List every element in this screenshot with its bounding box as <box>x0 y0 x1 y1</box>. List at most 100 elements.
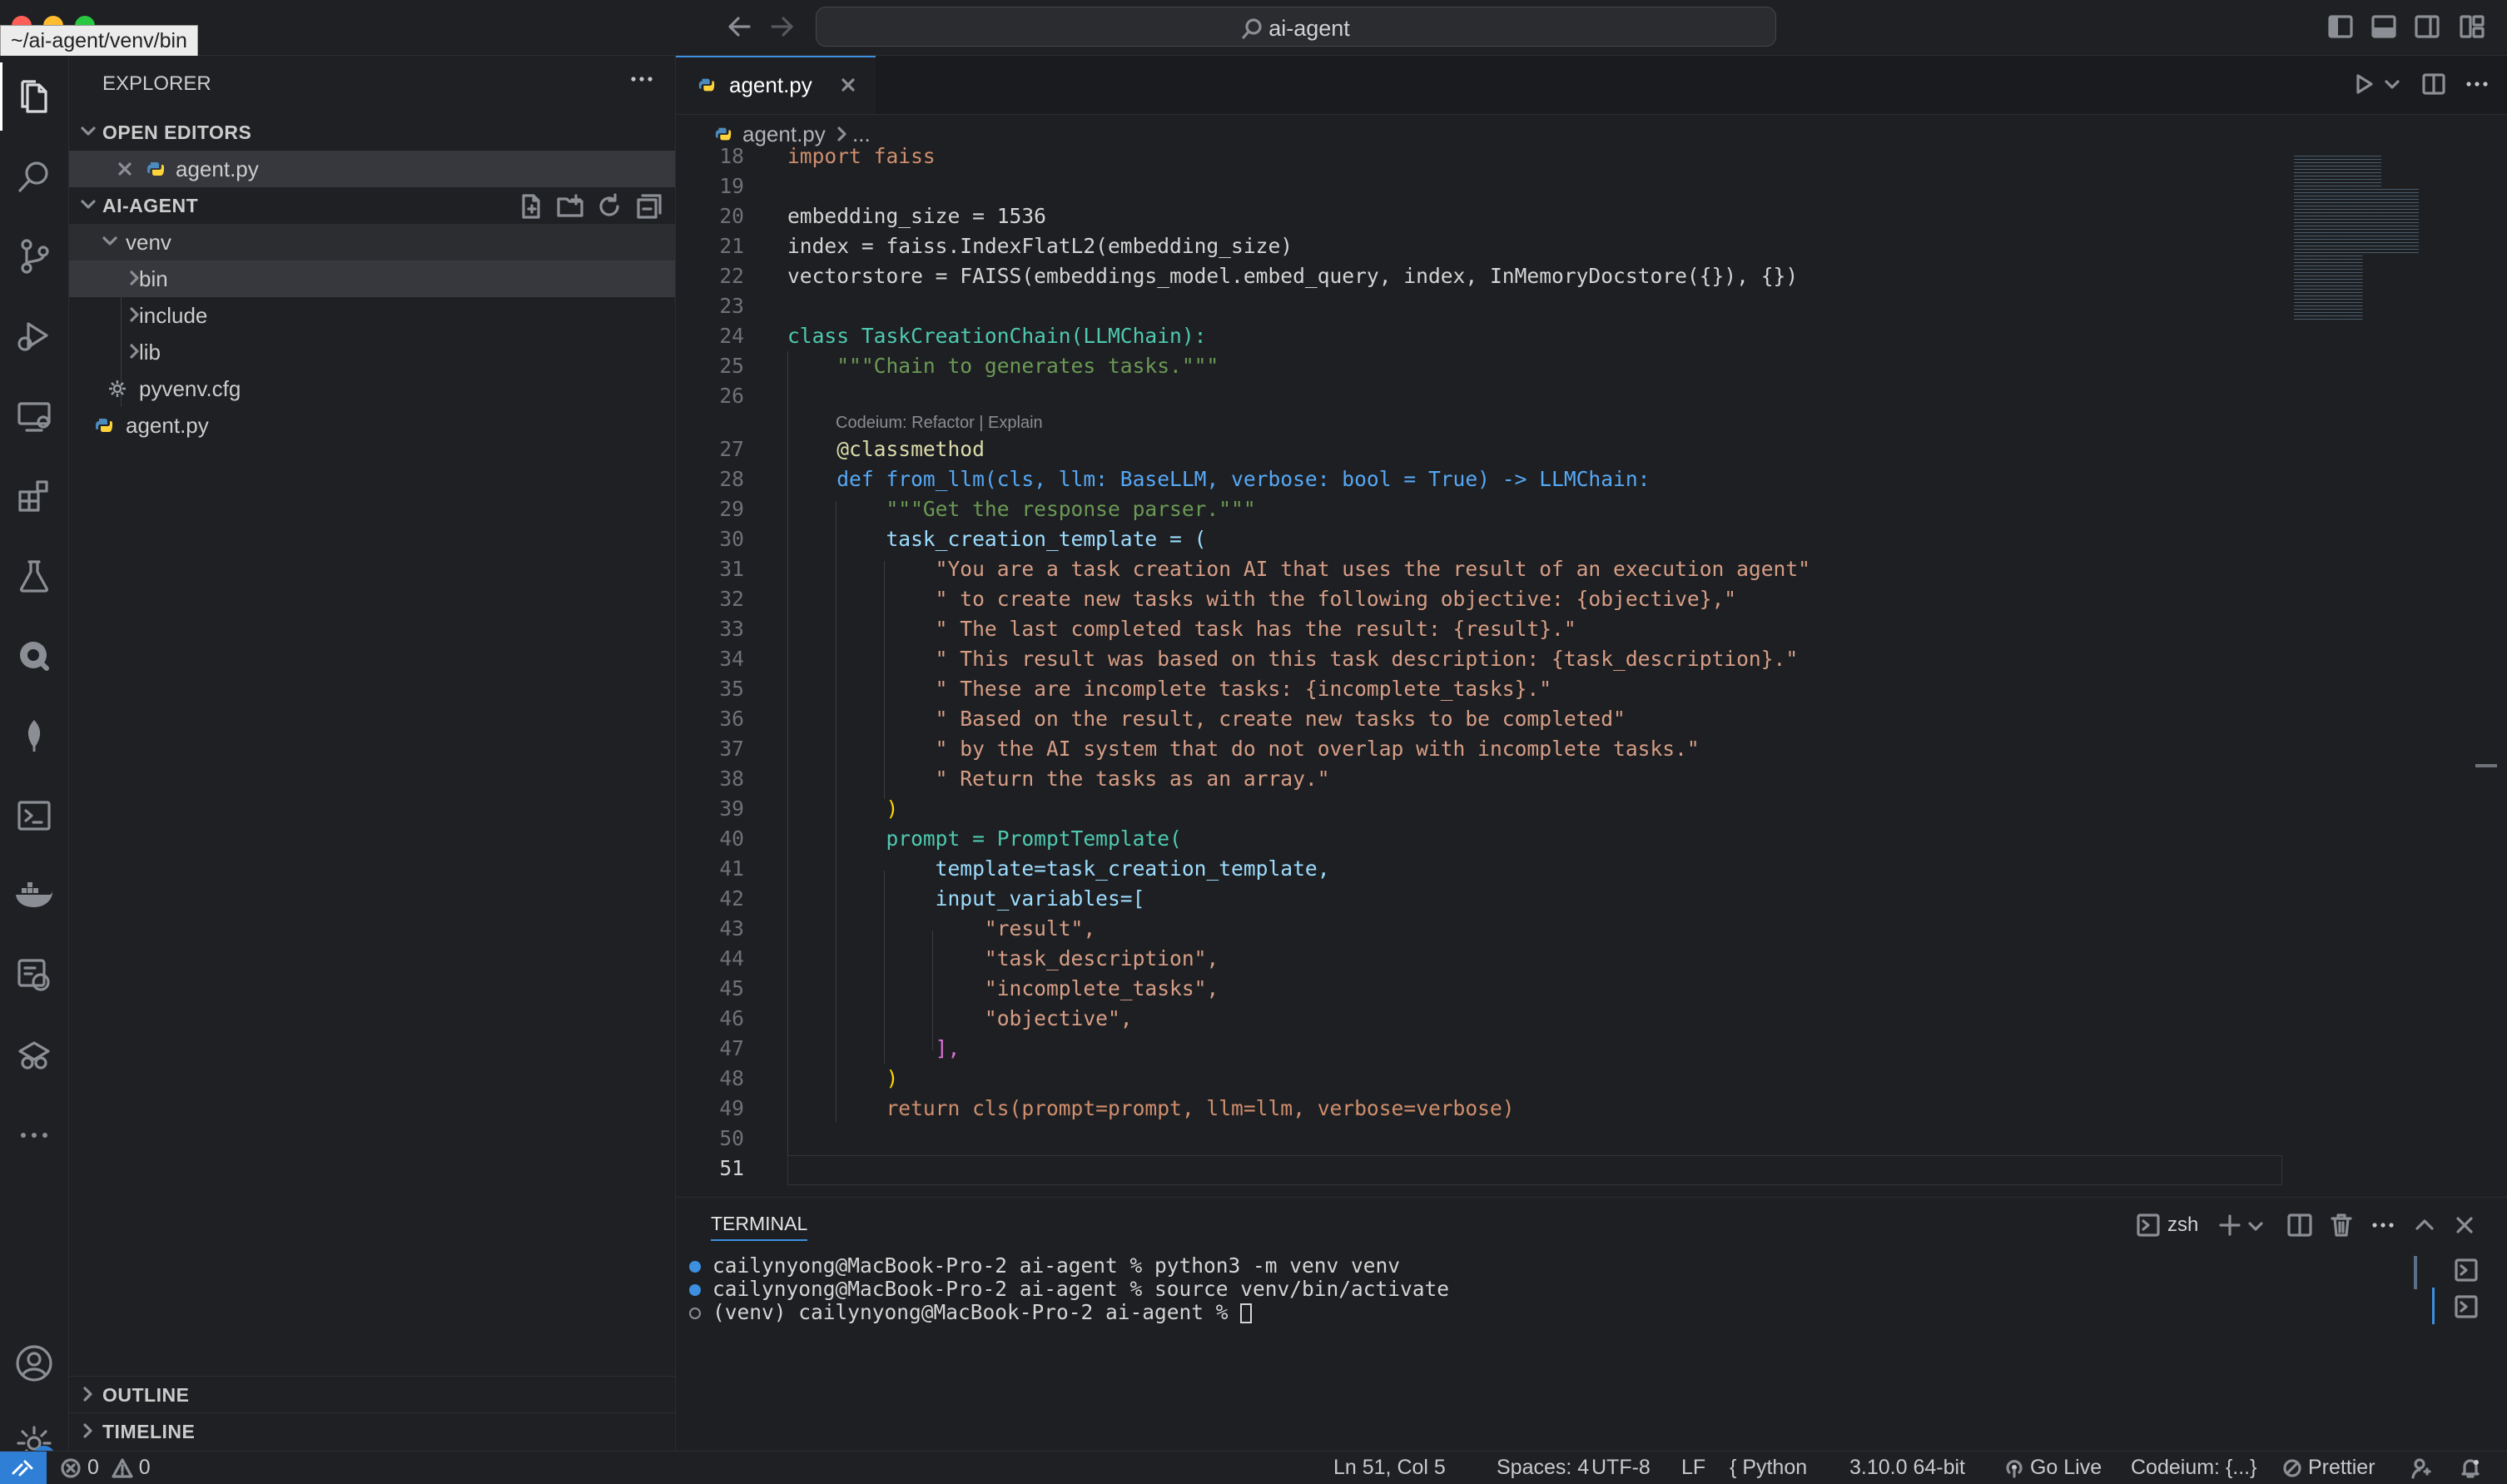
toggle-panel-icon[interactable] <box>2370 13 2397 40</box>
cursor-position[interactable]: Ln 51, Col 5 <box>1333 1452 1446 1483</box>
code-line-32[interactable]: " to create new tasks with the following… <box>787 584 1736 614</box>
panel-more-icon[interactable] <box>2369 1211 2397 1239</box>
source-control-icon[interactable] <box>0 222 68 290</box>
encoding[interactable]: UTF-8 <box>1591 1452 1651 1483</box>
outline-section[interactable]: OUTLINE <box>69 1376 675 1413</box>
code-line-45[interactable]: "incomplete_tasks", <box>787 974 1219 1004</box>
code-line-40[interactable]: prompt = PromptTemplate( <box>787 824 1181 854</box>
tree-folder-lib[interactable]: lib <box>69 334 675 370</box>
codeium-codelens[interactable]: Codeium: Refactor | Explain <box>836 411 1043 434</box>
code-line-47[interactable]: ], <box>787 1034 961 1064</box>
minimap-slider[interactable] <box>2475 764 2497 767</box>
python-interpreter[interactable]: 3.10.0 64-bit <box>1849 1452 1965 1483</box>
command-pending-dot[interactable] <box>689 1308 701 1319</box>
code-line-31[interactable]: "You are a task creation AI that uses th… <box>787 554 1810 584</box>
code-line-43[interactable]: "result", <box>787 914 1095 944</box>
python-environments-icon[interactable] <box>0 941 68 1010</box>
chevron-down-icon[interactable] <box>2382 74 2402 94</box>
code-line-18[interactable]: import faiss <box>787 141 936 171</box>
tab-agent-py[interactable]: agent.py <box>676 56 876 114</box>
code-line-24[interactable]: class TaskCreationChain(LLMChain): <box>787 321 1206 351</box>
code-line-39[interactable]: ) <box>787 794 898 824</box>
shell-name[interactable]: zsh <box>2167 1211 2198 1239</box>
mongodb-leaf-icon[interactable] <box>0 702 68 770</box>
explorer-icon[interactable] <box>0 62 68 131</box>
go-live-button[interactable]: Go Live <box>2004 1452 2102 1483</box>
command-success-dot[interactable] <box>689 1261 701 1273</box>
remote-indicator[interactable] <box>0 1452 47 1484</box>
code-line-27[interactable]: @classmethod <box>787 434 985 464</box>
toggle-secondary-sidebar-icon[interactable] <box>2414 13 2440 40</box>
terminal-instance-icon[interactable] <box>2454 1294 2479 1319</box>
notifications-bell-icon[interactable] <box>2459 1457 2482 1480</box>
prettier-status[interactable]: Prettier <box>2282 1452 2375 1483</box>
close-icon[interactable] <box>114 158 136 180</box>
split-terminal-icon[interactable] <box>2286 1211 2314 1239</box>
code-line-34[interactable]: " This result was based on this task des… <box>787 644 1798 674</box>
code-line-42[interactable]: input_variables=[ <box>787 884 1145 914</box>
minimap[interactable] <box>2282 153 2499 1194</box>
command-center-search[interactable]: ai-agent <box>816 7 1776 47</box>
trash-icon[interactable] <box>2327 1211 2356 1239</box>
code-line-20[interactable]: embedding_size = 1536 <box>787 201 1046 231</box>
accounts-icon[interactable] <box>0 1329 68 1397</box>
code-line-33[interactable]: " The last completed task has the result… <box>787 614 1576 644</box>
code-line-48[interactable]: ) <box>787 1064 898 1094</box>
customize-layout-icon[interactable] <box>2459 13 2485 40</box>
close-panel-icon[interactable] <box>2450 1211 2479 1239</box>
project-section[interactable]: AI-AGENT <box>69 187 675 224</box>
search-view-icon[interactable] <box>0 142 68 211</box>
command-success-dot[interactable] <box>689 1284 701 1296</box>
testing-icon[interactable] <box>0 542 68 610</box>
end-of-line[interactable]: LF <box>1681 1452 1705 1483</box>
maximize-panel-icon[interactable] <box>2410 1211 2439 1239</box>
docker-icon[interactable] <box>0 861 68 930</box>
explorer-more-icon[interactable] <box>625 62 658 96</box>
refresh-icon[interactable] <box>595 192 623 221</box>
terminal-prompt-line[interactable]: (venv) cailynyong@MacBook-Pro-2 ai-agent… <box>712 1301 1253 1324</box>
terminal-instance-icon[interactable] <box>2454 1258 2479 1283</box>
code-line-41[interactable]: template=task_creation_template, <box>787 854 1330 884</box>
chevron-down-icon[interactable] <box>2246 1216 2266 1236</box>
tree-file-agent[interactable]: agent.py <box>69 407 675 444</box>
code-line-21[interactable]: index = faiss.IndexFlatL2(embedding_size… <box>787 231 1293 261</box>
code-line-44[interactable]: "task_description", <box>787 944 1219 974</box>
gitlens-icon[interactable] <box>0 1021 68 1089</box>
code-line-35[interactable]: " These are incomplete tasks: {incomplet… <box>787 674 1551 704</box>
timeline-section[interactable]: TIMELINE <box>69 1412 675 1450</box>
forward-icon[interactable] <box>769 12 796 42</box>
code-line-36[interactable]: " Based on the result, create new tasks … <box>787 704 1626 734</box>
live-share-icon[interactable] <box>2410 1457 2434 1480</box>
collapse-all-icon[interactable] <box>635 192 663 221</box>
tree-folder-bin[interactable]: bin <box>69 261 675 297</box>
indentation[interactable]: Spaces: 4 <box>1497 1452 1589 1483</box>
code-line-30[interactable]: task_creation_template = ( <box>787 524 1206 554</box>
tree-file-pyvenv[interactable]: pyvenv.cfg <box>69 370 675 407</box>
code-line-38[interactable]: " Return the tasks as an array." <box>787 764 1330 794</box>
new-folder-icon[interactable] <box>556 192 584 221</box>
run-python-icon[interactable] <box>2351 71 2377 97</box>
open-editor-item[interactable]: agent.py <box>69 151 675 187</box>
extensions-icon[interactable] <box>0 462 68 530</box>
open-editors-section[interactable]: OPEN EDITORS <box>69 114 675 151</box>
code-line-28[interactable]: def from_llm(cls, llm: BaseLLM, verbose:… <box>787 464 1650 494</box>
codeium-status[interactable]: Codeium: {...} <box>2131 1452 2256 1483</box>
tree-folder-venv[interactable]: venv <box>69 224 675 261</box>
more-views-icon[interactable] <box>0 1101 68 1169</box>
code-line-25[interactable]: """Chain to generates tasks.""" <box>787 351 1219 381</box>
back-icon[interactable] <box>726 12 752 42</box>
split-editor-icon[interactable] <box>2420 71 2447 97</box>
tree-folder-include[interactable]: include <box>69 297 675 334</box>
terminal-scrollbar[interactable] <box>2414 1256 2417 1289</box>
code-line-49[interactable]: return cls(prompt=prompt, llm=llm, verbo… <box>787 1094 1514 1124</box>
new-terminal-icon[interactable] <box>2216 1211 2244 1239</box>
editor-more-icon[interactable] <box>2462 71 2492 97</box>
codeium-icon[interactable] <box>0 622 68 690</box>
run-and-debug-icon[interactable] <box>0 302 68 370</box>
code-line-29[interactable]: """Get the response parser.""" <box>787 494 1255 524</box>
language-mode[interactable]: { Python <box>1730 1452 1807 1483</box>
terminal-view-icon[interactable] <box>0 782 68 850</box>
code-line-46[interactable]: "objective", <box>787 1004 1133 1034</box>
new-file-icon[interactable] <box>517 192 545 221</box>
tab-terminal[interactable]: TERMINAL <box>711 1211 808 1241</box>
